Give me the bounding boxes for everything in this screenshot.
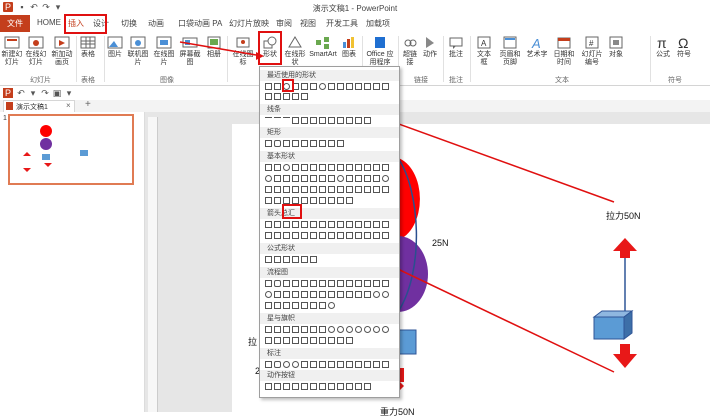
label-tension: 拉力50N	[606, 211, 641, 221]
shape-row[interactable]	[265, 186, 395, 196]
annotation-box-shapes-button	[258, 31, 282, 65]
shape-row[interactable]	[265, 164, 395, 174]
shape-row[interactable]	[265, 232, 395, 242]
category-basic-shapes: 基本形状	[260, 151, 399, 162]
gravity-arrow-down	[613, 354, 637, 368]
shape-row[interactable]	[265, 326, 395, 336]
category-block-arrows: 箭头总汇	[260, 208, 399, 219]
shape-row[interactable]	[265, 383, 395, 393]
category-flowchart: 流程图	[260, 267, 399, 278]
shape-row[interactable]	[265, 291, 395, 301]
shape-row[interactable]	[265, 140, 395, 150]
category-callouts: 标注	[260, 348, 399, 359]
category-stars-banners: 星与旗帜	[260, 313, 399, 324]
arrow-stem-up	[620, 250, 630, 258]
arrow-stem-down	[620, 344, 630, 354]
shape-row[interactable]	[265, 175, 395, 185]
label-25n: 25N	[432, 238, 449, 248]
category-lines: 线条	[260, 104, 399, 115]
block-right	[593, 316, 625, 340]
shape-row[interactable]	[265, 302, 395, 312]
category-rectangles: 矩形	[260, 127, 399, 138]
category-equation-shapes: 公式形状	[260, 243, 399, 254]
shapes-gallery-dropdown[interactable]: 最近使用的形状 线条 矩形 基本形状 箭头总汇 公式形状 流程图 星与旗帜 标注…	[259, 66, 400, 398]
annotation-box-insert-tab	[64, 14, 107, 34]
category-action-buttons: 动作按钮	[260, 370, 399, 381]
label-pull-partial: 拉	[248, 337, 258, 347]
shape-row[interactable]	[265, 93, 395, 103]
annotation-box-recent-shape	[282, 79, 294, 92]
shape-row[interactable]	[265, 117, 395, 127]
annotation-box-arrow-shapes	[282, 204, 302, 219]
category-recent-shapes: 最近使用的形状	[260, 70, 399, 81]
shape-row[interactable]	[265, 256, 395, 266]
shape-row[interactable]	[265, 280, 395, 290]
tension-arrow-up	[613, 238, 637, 251]
shape-row[interactable]	[265, 337, 395, 347]
shape-row[interactable]	[265, 221, 395, 231]
block-left	[397, 329, 417, 355]
annotation-pointer-line	[179, 41, 263, 57]
